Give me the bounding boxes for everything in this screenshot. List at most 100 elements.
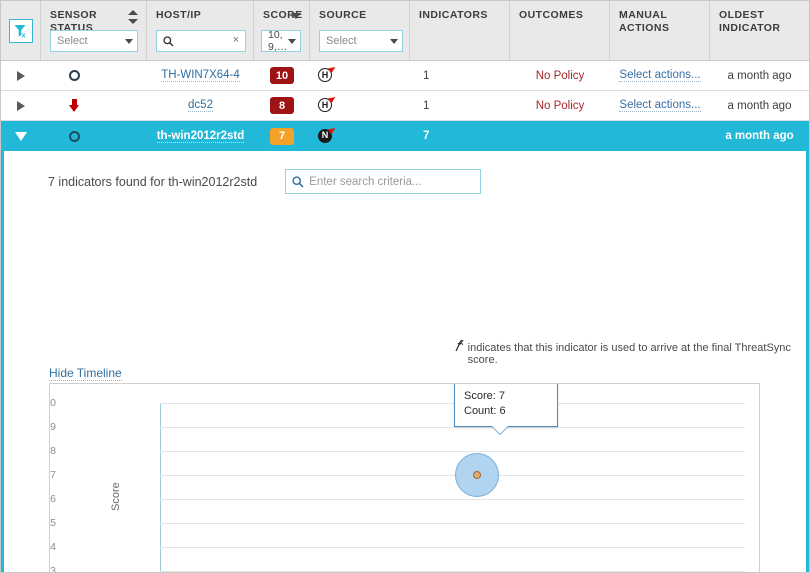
filter-sensor-value: Select (57, 35, 88, 47)
row-manual-actions-cell[interactable]: Select actions... (610, 91, 710, 121)
filter-select-source[interactable]: Select (319, 30, 403, 52)
filter-search-host-ip[interactable]: × (156, 30, 246, 52)
svg-text:x: x (22, 32, 26, 38)
y-tick-label: 8 (50, 445, 56, 457)
host-link[interactable]: TH-WIN7X64-4 (161, 69, 240, 82)
header-cell-expand: x (1, 1, 41, 60)
gridline (160, 427, 745, 428)
header-cell-outcomes[interactable]: OUTCOMES (510, 1, 610, 60)
host-link[interactable]: th-win2012r2std (156, 130, 245, 143)
score-badge: 8 (270, 97, 294, 114)
tooltip-score: Score: 7 (464, 390, 505, 402)
header-cell-oldest-indicator[interactable]: OLDEST INDICATOR (710, 1, 809, 60)
source-badge: H (318, 94, 342, 114)
filter-clear-button[interactable]: x (8, 18, 33, 43)
row-source-cell: N (310, 121, 410, 151)
row-indicators-cell: 7 (423, 130, 430, 142)
header-label-indicators: INDICATORS (419, 9, 488, 21)
gridline (160, 571, 745, 572)
sort-chevron-down-icon[interactable] (291, 13, 301, 19)
header-cell-sensor-status[interactable]: SENSOR STATUS Select (41, 1, 147, 60)
header-label-source: SOURCE (319, 9, 367, 21)
data-point[interactable] (473, 471, 481, 479)
chart-y-axis-label: Score (110, 482, 122, 511)
header-label-manual-actions: MANUAL ACTIONS (619, 9, 670, 34)
row-oldest-indicator-cell: a month ago (710, 121, 809, 151)
row-outcomes-cell (510, 121, 610, 151)
gridline (160, 403, 745, 404)
header-cell-manual-actions[interactable]: MANUAL ACTIONS (610, 1, 710, 60)
row-manual-actions-cell (610, 121, 710, 151)
y-tick-label: 5 (50, 517, 56, 529)
y-tick-label: 3 (50, 565, 56, 573)
row-manual-actions-cell[interactable]: Select actions... (610, 61, 710, 91)
arrow-right-icon[interactable] (17, 70, 25, 81)
oldest-indicator-text: a month ago (727, 99, 792, 112)
data-point-tooltip: Date: 08/07/2017 Score: 7 Count: 6 (454, 384, 559, 434)
row-source-cell: H (310, 61, 410, 91)
table-row[interactable]: TH-WIN7X64-4 10 H 1 No Policy Select act… (1, 61, 809, 91)
y-tick-label: 10 (50, 397, 56, 409)
threatsync-window: x SENSOR STATUS Select HOST/IP × SCORE 1… (0, 0, 810, 573)
y-tick-label: 9 (50, 421, 56, 433)
gridline (160, 523, 745, 524)
filter-source-value: Select (326, 35, 357, 47)
hide-timeline-link[interactable]: Hide Timeline (49, 366, 122, 381)
fx-icon: 𝑓x (455, 337, 464, 355)
fx-legend-note: 𝑓x indicates that this indicator is used… (455, 337, 806, 366)
row-source-cell: H (310, 91, 410, 121)
row-outcomes-cell: No Policy (510, 61, 610, 91)
header-label-outcomes: OUTCOMES (519, 9, 584, 21)
row-score-cell: 10 (254, 61, 310, 91)
row-host-cell[interactable]: th-win2012r2std (147, 121, 254, 151)
row-indicators-cell: 1 (423, 69, 430, 82)
table-header: x SENSOR STATUS Select HOST/IP × SCORE 1… (1, 1, 809, 61)
sort-updown-icon[interactable] (128, 10, 138, 24)
search-input[interactable] (307, 174, 475, 189)
header-cell-source[interactable]: SOURCE Select (310, 1, 410, 60)
indicator-search-box[interactable] (285, 169, 482, 194)
row-host-cell[interactable]: dc52 (147, 91, 254, 121)
arrow-down-icon[interactable] (15, 131, 27, 141)
circle-icon (68, 130, 80, 142)
table-row[interactable]: dc52 8 H 1 No Policy Select actions... a… (1, 91, 809, 121)
filter-select-score[interactable]: 10, 9,… (261, 29, 301, 53)
header-cell-score[interactable]: SCORE 10, 9,… (254, 1, 310, 60)
gridline (160, 499, 745, 500)
host-link[interactable]: dc52 (188, 99, 213, 112)
header-cell-host-ip[interactable]: HOST/IP × (147, 1, 254, 60)
fx-note-text: indicates that this indicator is used to… (467, 342, 791, 366)
row-expand-cell[interactable] (1, 91, 41, 121)
tooltip-tail (492, 426, 508, 434)
row-indicators-cell: 1 (423, 99, 430, 112)
row-expand-cell[interactable] (1, 61, 41, 91)
chart-plot-area: Date: 08/07/2017 Score: 7 Count: 6 (160, 384, 745, 572)
source-badge: N (318, 125, 342, 145)
detail-header: 7 indicators found for th-win2012r2std (4, 151, 806, 194)
y-tick-label: 6 (50, 493, 56, 505)
row-score-cell: 8 (254, 91, 310, 121)
filter-select-sensor-status[interactable]: Select (50, 30, 138, 52)
header-cell-indicators[interactable]: INDICATORS (410, 1, 510, 60)
select-actions-dropdown[interactable]: Select actions... (619, 69, 701, 82)
row-host-cell[interactable]: TH-WIN7X64-4 (147, 61, 254, 91)
chevron-down-icon (288, 39, 296, 44)
table-row-selected[interactable]: th-win2012r2std 7 N 7 a month ago (1, 121, 809, 151)
search-icon (292, 175, 304, 188)
header-label-oldest-indicator: OLDEST INDICATOR (719, 9, 781, 34)
row-sensor-status-cell (41, 121, 147, 151)
row-sensor-status-cell (41, 91, 147, 121)
gridline (160, 475, 745, 476)
tooltip-count: Count: 6 (464, 405, 506, 417)
chevron-down-icon (390, 39, 398, 44)
y-tick-label: 7 (50, 469, 56, 481)
outcome-text: No Policy (535, 99, 585, 112)
score-badge: 10 (270, 67, 294, 84)
clear-host-filter-icon[interactable]: × (233, 34, 239, 46)
arrow-right-icon[interactable] (17, 100, 25, 111)
source-badge: H (318, 64, 342, 84)
select-actions-dropdown[interactable]: Select actions... (619, 99, 701, 112)
chevron-down-icon (125, 39, 133, 44)
row-collapse-cell[interactable] (1, 121, 41, 151)
oldest-indicator-text: a month ago (727, 69, 792, 82)
